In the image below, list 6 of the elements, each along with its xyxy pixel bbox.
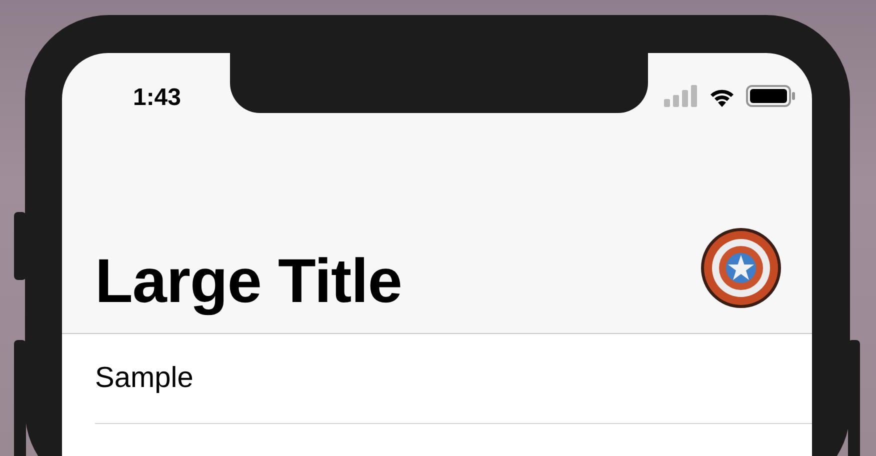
signal-icon (664, 85, 698, 107)
list-row[interactable]: Sample (95, 362, 194, 395)
status-time: 1:43 (132, 84, 182, 112)
battery-icon (746, 85, 796, 107)
large-title: Large Title (95, 251, 402, 313)
shield-icon[interactable] (700, 227, 782, 309)
